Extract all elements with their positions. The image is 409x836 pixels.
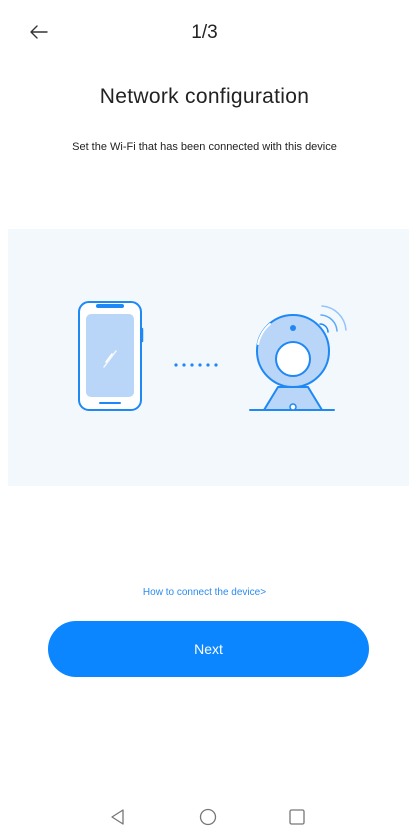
next-button[interactable]: Next — [48, 621, 369, 677]
system-nav-bar — [0, 796, 409, 836]
step-indicator: 1/3 — [191, 22, 218, 43]
page-subtitle: Set the Wi-Fi that has been connected wi… — [72, 141, 337, 153]
how-to-connect-link[interactable]: How to connect the device> — [0, 587, 409, 598]
connection-illustration — [8, 229, 409, 486]
nav-recent-button[interactable] — [286, 806, 308, 828]
phone-icon — [78, 301, 144, 411]
header: 1/3 — [0, 0, 409, 66]
square-recent-icon — [289, 809, 305, 825]
nav-home-button[interactable] — [197, 806, 219, 828]
page-title: Network configuration — [99, 85, 310, 108]
circle-home-icon — [199, 808, 217, 826]
camera-icon — [249, 305, 347, 411]
connection-dots — [174, 363, 218, 367]
nav-back-button[interactable] — [107, 806, 129, 828]
triangle-back-icon — [111, 809, 124, 825]
